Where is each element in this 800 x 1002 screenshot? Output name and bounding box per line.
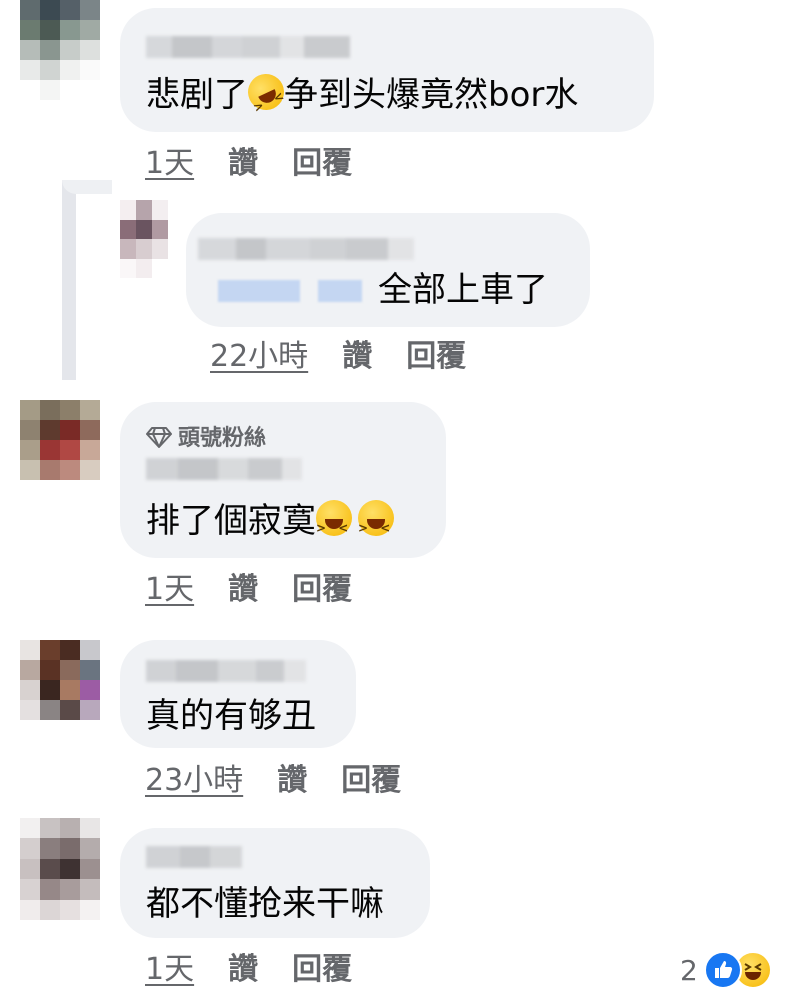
thread-branch bbox=[62, 180, 112, 194]
comment-actions: 1天讚回覆 bbox=[145, 573, 352, 607]
commenter-name-redacted[interactable] bbox=[146, 846, 242, 868]
avatar[interactable] bbox=[20, 400, 100, 480]
diamond-icon bbox=[146, 426, 172, 454]
timestamp[interactable]: 23小時 bbox=[145, 763, 243, 798]
like-button[interactable]: 讚 bbox=[228, 952, 258, 987]
comment-actions: 1天讚回覆 bbox=[145, 147, 352, 181]
reply-button[interactable]: 回覆 bbox=[341, 763, 401, 798]
timestamp[interactable]: 1天 bbox=[145, 146, 194, 181]
comment-text: 全部上車了 bbox=[378, 270, 548, 310]
avatar[interactable] bbox=[20, 0, 100, 100]
timestamp[interactable]: 1天 bbox=[145, 952, 194, 987]
like-button[interactable]: 讚 bbox=[228, 572, 258, 607]
like-button[interactable]: 讚 bbox=[277, 763, 307, 798]
timestamp[interactable]: 1天 bbox=[145, 572, 194, 607]
like-button[interactable]: 讚 bbox=[342, 339, 372, 374]
reaction-count: 2 bbox=[680, 953, 698, 987]
timestamp[interactable]: 22小時 bbox=[210, 339, 308, 374]
like-icon bbox=[703, 951, 742, 989]
avatar[interactable] bbox=[120, 200, 168, 278]
top-fan-badge[interactable]: 頭號粉絲 bbox=[146, 420, 266, 454]
reply-button[interactable]: 回覆 bbox=[292, 952, 352, 987]
comment-text: 都不懂抢来干嘛 bbox=[146, 884, 384, 924]
comment-text: 悲剧了 > < 争到头爆竟然bor水 bbox=[146, 68, 578, 116]
mention-tag-redacted[interactable] bbox=[218, 280, 300, 302]
reply-button[interactable]: 回覆 bbox=[406, 339, 466, 374]
thread-line bbox=[62, 180, 76, 380]
reply-button[interactable]: 回覆 bbox=[292, 146, 352, 181]
avatar[interactable] bbox=[20, 818, 100, 920]
grinning-squinting-face-icon: > < bbox=[316, 500, 352, 536]
commenter-name-redacted[interactable] bbox=[198, 238, 414, 260]
comment-actions: 23小時讚回覆 bbox=[145, 764, 401, 798]
comment-actions: 1天讚回覆 bbox=[145, 953, 352, 987]
comment-text: 真的有够丑 bbox=[146, 696, 316, 736]
commenter-name-redacted[interactable] bbox=[146, 660, 306, 682]
like-button[interactable]: 讚 bbox=[228, 146, 258, 181]
reaction-summary[interactable]: 2 bbox=[680, 951, 772, 989]
rolling-on-floor-laughing-icon: > < bbox=[242, 68, 290, 116]
comment-actions: 22小時讚回覆 bbox=[210, 340, 466, 374]
avatar[interactable] bbox=[20, 640, 100, 720]
comment-text: 排了個寂寞 > < > < bbox=[146, 500, 395, 541]
commenter-name-redacted[interactable] bbox=[146, 458, 302, 480]
reply-button[interactable]: 回覆 bbox=[292, 572, 352, 607]
commenter-name-redacted[interactable] bbox=[146, 36, 350, 58]
mention-tag-redacted[interactable] bbox=[318, 280, 362, 302]
grinning-squinting-face-icon: > < bbox=[358, 500, 394, 536]
